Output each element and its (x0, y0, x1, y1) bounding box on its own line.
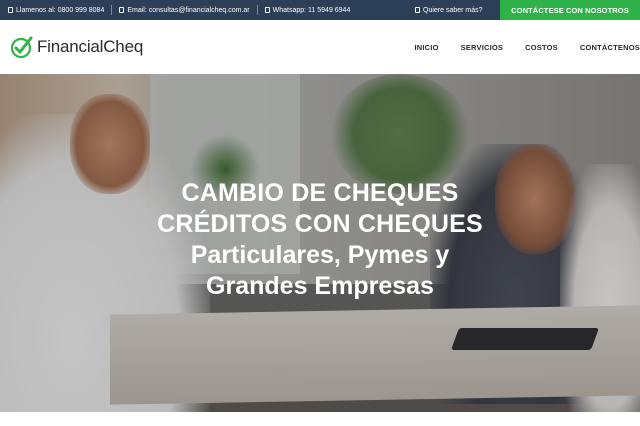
nav-inicio[interactable]: INICIO (414, 43, 438, 52)
question-icon (415, 7, 420, 13)
more-info-text: Quiere saber más? (423, 6, 483, 14)
site-header: FinancialCheq INICIO SERVICIOS COSTOS CO… (0, 20, 640, 74)
divider (256, 5, 258, 15)
hero-banner: CAMBIO DE CHEQUES CRÉDITOS CON CHEQUES P… (0, 74, 640, 412)
hero-line-2: CRÉDITOS CON CHEQUES (157, 210, 483, 238)
hero-line-4: Grandes Empresas (206, 272, 434, 300)
brand-name: FinancialCheq (37, 37, 144, 56)
email-text: Email: consultas@financialcheq.com.ar (127, 6, 250, 14)
logo[interactable]: FinancialCheq (10, 33, 143, 61)
hero-line-3: Particulares, Pymes y (190, 241, 450, 269)
hero-line-1: CAMBIO DE CHEQUES (181, 179, 459, 207)
page-bottom (0, 412, 640, 426)
nav-servicios[interactable]: SERVICIOS (461, 43, 504, 52)
nav-contactenos[interactable]: CONTÁCTENOS (580, 43, 640, 52)
divider (111, 5, 113, 15)
hero-caption: CAMBIO DE CHEQUES CRÉDITOS CON CHEQUES P… (0, 178, 640, 302)
phone-text: Llamenos al: 0800 999 8084 (16, 6, 105, 14)
email-link[interactable]: Email: consultas@financialcheq.com.ar (119, 0, 250, 20)
check-circle-icon (10, 36, 33, 59)
contact-us-button[interactable]: CONTÁCTESE CON NOSOTROS (500, 0, 640, 20)
nav-costos[interactable]: COSTOS (525, 43, 558, 52)
whatsapp-text: Whatsapp: 11 5949 6944 (272, 6, 351, 14)
phone-icon (8, 7, 13, 13)
phone-link[interactable]: Llamenos al: 0800 999 8084 (8, 0, 104, 20)
main-nav: INICIO SERVICIOS COSTOS CONTÁCTENOS (414, 20, 640, 74)
whatsapp-icon (264, 7, 270, 13)
top-bar: Llamenos al: 0800 999 8084 Email: consul… (0, 0, 640, 20)
more-info-link[interactable]: Quiere saber más? (415, 0, 483, 20)
whatsapp-link[interactable]: Whatsapp: 11 5949 6944 (264, 0, 351, 20)
mail-icon (119, 7, 125, 13)
